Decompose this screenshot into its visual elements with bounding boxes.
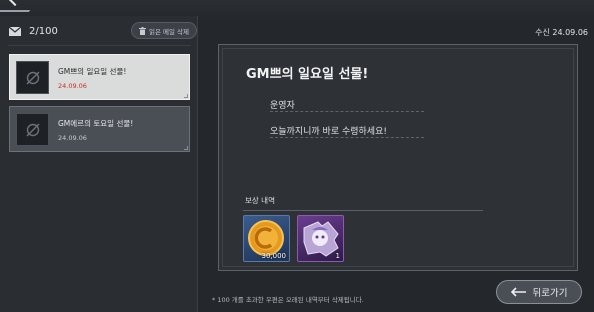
mail-message: 오늘까지니까 바로 수령하세요! <box>270 127 387 137</box>
mail-item[interactable]: GM에르의 토요일 선물! 24.09.06 <box>9 106 190 152</box>
corner-mark <box>184 146 188 150</box>
reward-item[interactable]: 1 <box>297 215 344 262</box>
mail-item-date: 24.09.06 <box>58 82 87 90</box>
no-image-icon <box>16 61 49 94</box>
mail-item[interactable]: GM쁘의 일요일 선물! 24.09.06 <box>9 54 190 100</box>
corner-mark <box>184 94 188 98</box>
mail-item-title: GM쁘의 일요일 선물! <box>58 67 127 76</box>
reward-quantity: 1 <box>335 252 340 260</box>
footer-note: * 100 개를 초과한 우편은 오래된 내역부터 삭제됩니다. <box>212 296 364 304</box>
delete-read-label: 읽은 메일 삭제 <box>148 27 189 36</box>
reward-quantity: 30,000 <box>261 252 287 260</box>
reward-item[interactable]: 30,000 <box>243 215 290 262</box>
mail-list-panel: 2/100 읽은 메일 삭제 GM쁘의 일요일 선물! 24.09.06 GM에… <box>0 16 198 312</box>
delete-read-button[interactable]: 읽은 메일 삭제 <box>131 22 197 39</box>
back-button[interactable]: 뒤로가기 <box>496 280 582 304</box>
divider <box>270 137 424 138</box>
envelope-icon <box>9 26 21 36</box>
rewards-label: 보상 내역 <box>245 196 275 205</box>
mail-title: GM쁘의 일요일 선물! <box>246 67 369 82</box>
divider <box>270 111 424 112</box>
back-button-label: 뒤로가기 <box>532 288 568 299</box>
trash-icon <box>138 26 146 35</box>
no-image-icon <box>16 113 49 146</box>
mail-count-row: 2/100 <box>9 24 58 38</box>
arrow-left-icon <box>510 287 527 297</box>
sender-name: 운영자 <box>270 101 295 111</box>
mail-count: 2/100 <box>29 25 58 37</box>
divider <box>243 210 483 211</box>
received-date: 수신 24.09.06 <box>535 28 588 37</box>
mail-item-date: 24.09.06 <box>58 134 87 142</box>
divider <box>8 45 191 46</box>
mail-item-title: GM에르의 토요일 선물! <box>58 119 134 128</box>
mail-content-panel: GM쁘의 일요일 선물! 운영자 오늘까지니까 바로 수령하세요! 보상 내역 … <box>218 44 578 271</box>
